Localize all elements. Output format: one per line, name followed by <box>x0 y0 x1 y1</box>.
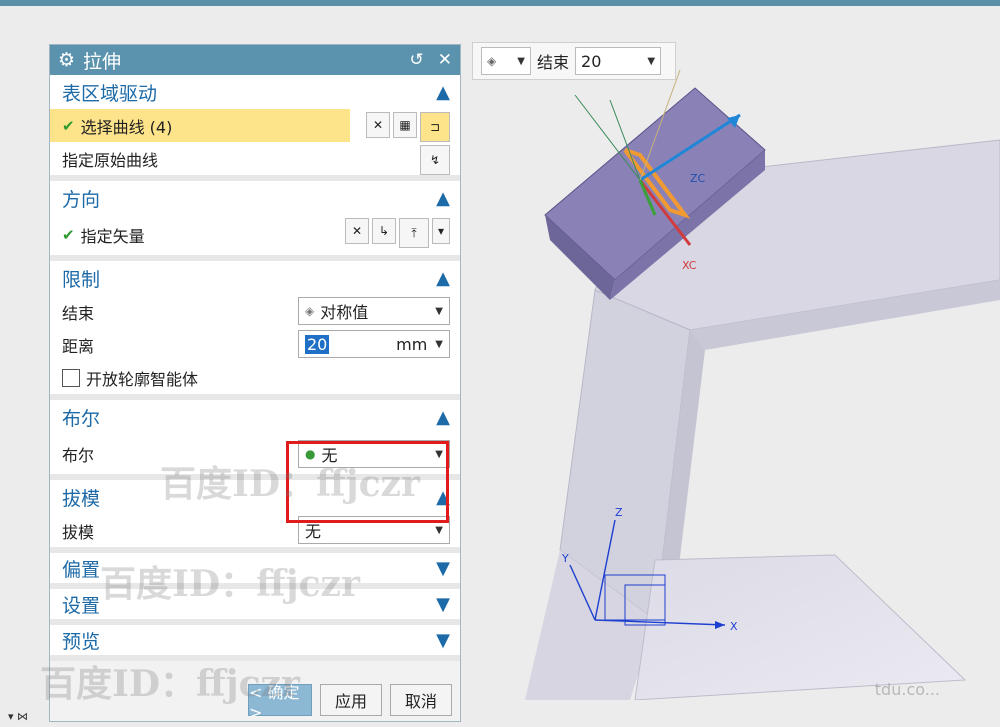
select-curve-row[interactable]: ✔ 选择曲线 (4) ✕ ▦ ⊐ <box>50 109 460 142</box>
section-header[interactable]: 偏置 ▼ <box>50 553 460 583</box>
cube-icon: ◈ <box>305 304 315 318</box>
vector-label: 指定矢量 <box>80 227 145 246</box>
check-icon: ✔ <box>62 116 75 135</box>
chevron-down-icon: ▼ <box>435 524 443 536</box>
chevron-up-icon: ▲ <box>436 81 450 103</box>
extrude-dialog: ⚙ 拉伸 ↺ ✕ 表区域驱动 ▲ ✔ 选择曲线 (4) ✕ ▦ ⊐ 指定原始曲线… <box>49 44 461 722</box>
floating-toolbar: ◈ ▼ 结束 20 ▼ <box>472 42 676 80</box>
end-label: 结束 <box>537 53 570 72</box>
svg-text:XC: XC <box>682 259 697 272</box>
section-header[interactable]: 限制 ▲ <box>50 261 460 295</box>
section-header[interactable]: 方向 ▲ <box>50 181 460 215</box>
reset-icon[interactable]: ↺ <box>410 50 424 70</box>
chevron-up-icon: ▲ <box>436 406 450 428</box>
chevron-down-icon: ▼ <box>436 593 450 615</box>
chevron-down-icon: ▼ <box>436 557 450 579</box>
section-title: 表区域驱动 <box>62 82 158 105</box>
section-settings: 设置 ▼ <box>50 589 460 625</box>
curve-icon[interactable]: ↯ <box>420 145 450 175</box>
gear-icon[interactable]: ⚙ <box>58 49 75 71</box>
chevron-up-icon: ▲ <box>436 267 450 289</box>
extrude-type-dropdown[interactable]: ◈ ▼ <box>481 47 531 75</box>
graphics-viewport[interactable]: ZC XC Z Y X <box>465 40 1000 700</box>
section-preview: 预览 ▼ <box>50 625 460 661</box>
select-curve-highlight: ✔ 选择曲线 (4) <box>50 109 350 142</box>
dialog-buttons: < 确定 > 应用 取消 <box>50 681 462 722</box>
cancel-button[interactable]: 取消 <box>390 684 452 716</box>
section-header[interactable]: 设置 ▼ <box>50 589 460 619</box>
chevron-down-icon: ▼ <box>435 305 443 317</box>
open-profile-label: 开放轮廓智能体 <box>86 369 199 389</box>
apply-button[interactable]: 应用 <box>320 684 382 716</box>
dialog-titlebar: ⚙ 拉伸 ↺ ✕ <box>50 45 460 75</box>
chevron-down-icon: ▼ <box>647 55 656 67</box>
svg-text:Y: Y <box>561 552 569 565</box>
svg-text:Z: Z <box>615 506 623 519</box>
check-icon: ✔ <box>62 226 75 244</box>
chevron-down-icon[interactable]: ▾ <box>432 218 450 244</box>
select-curve-label: 选择曲线 (4) <box>80 117 173 137</box>
site-watermark: tdu.co... <box>874 680 940 699</box>
status-icon: ▾ ⋈ <box>8 710 29 723</box>
section-title: 方向 <box>62 188 101 211</box>
reverse-icon[interactable]: ✕ <box>345 218 369 244</box>
distance-input[interactable]: 20 mm ▼ <box>298 330 450 358</box>
section-header[interactable]: 预览 ▼ <box>50 625 460 655</box>
section-offset: 偏置 ▼ <box>50 553 460 589</box>
dialog-title: 拉伸 <box>83 50 122 73</box>
section-title: 限制 <box>62 268 101 291</box>
distance-value: 20 <box>305 334 330 354</box>
end-value: 20 <box>581 51 602 71</box>
vector-constructor-icon[interactable]: ⤒ <box>399 218 429 248</box>
ok-button[interactable]: < 确定 > <box>248 683 312 722</box>
close-icon[interactable]: ✕ <box>438 50 452 70</box>
cube-icon: ◈ <box>487 54 497 68</box>
distance-row: 距离 20 mm ▼ <box>50 328 460 361</box>
chevron-up-icon: ▲ <box>436 187 450 209</box>
orig-curve-row[interactable]: 指定原始曲线 ↯ <box>50 142 460 175</box>
highlight-box <box>286 441 449 523</box>
distance-label: 距离 <box>62 336 95 356</box>
section-title: 设置 <box>62 594 101 617</box>
chevron-down-icon: ▼ <box>436 629 450 651</box>
section-title: 预览 <box>62 630 101 653</box>
section-direction: 方向 ▲ ✔ 指定矢量 ✕ ↳ ⤒ ▾ <box>50 181 460 261</box>
draft-label: 拔模 <box>62 522 95 542</box>
boolean-label: 布尔 <box>62 446 95 465</box>
curve-rule-icon[interactable]: ✕ <box>366 112 390 138</box>
end-value-dropdown[interactable]: 20 ▼ <box>575 47 662 75</box>
chevron-down-icon: ▼ <box>435 338 443 350</box>
orig-curve-label: 指定原始曲线 <box>62 150 159 170</box>
svg-text:ZC: ZC <box>690 172 706 185</box>
end-dropdown[interactable]: ◈ 对称值 ▼ <box>298 297 450 325</box>
end-label: 结束 <box>62 303 95 323</box>
section-header[interactable]: 表区域驱动 ▲ <box>50 75 460 109</box>
svg-text:X: X <box>730 620 738 633</box>
open-profile-checkbox[interactable] <box>62 368 80 387</box>
section-title: 布尔 <box>62 407 101 430</box>
chevron-down-icon: ▼ <box>517 55 525 67</box>
sketch-icon[interactable]: ▦ <box>393 112 417 138</box>
section-title: 拔模 <box>62 487 101 510</box>
section-title: 偏置 <box>62 558 101 581</box>
vector-icon[interactable]: ↳ <box>372 218 396 244</box>
section-header[interactable]: 布尔 ▲ <box>50 400 460 434</box>
end-row: 结束 ◈ 对称值 ▼ <box>50 295 460 328</box>
section-limit: 限制 ▲ 结束 ◈ 对称值 ▼ 距离 20 mm ▼ 开放轮廓智能体 <box>50 261 460 400</box>
end-value: 对称值 <box>320 303 369 322</box>
open-profile-row[interactable]: 开放轮廓智能体 <box>50 361 460 394</box>
distance-unit: mm <box>396 334 428 354</box>
vector-row[interactable]: ✔ 指定矢量 ✕ ↳ ⤒ ▾ <box>50 215 460 255</box>
section-icon[interactable]: ⊐ <box>420 112 450 142</box>
section-region: 表区域驱动 ▲ ✔ 选择曲线 (4) ✕ ▦ ⊐ 指定原始曲线 ↯ <box>50 75 460 181</box>
